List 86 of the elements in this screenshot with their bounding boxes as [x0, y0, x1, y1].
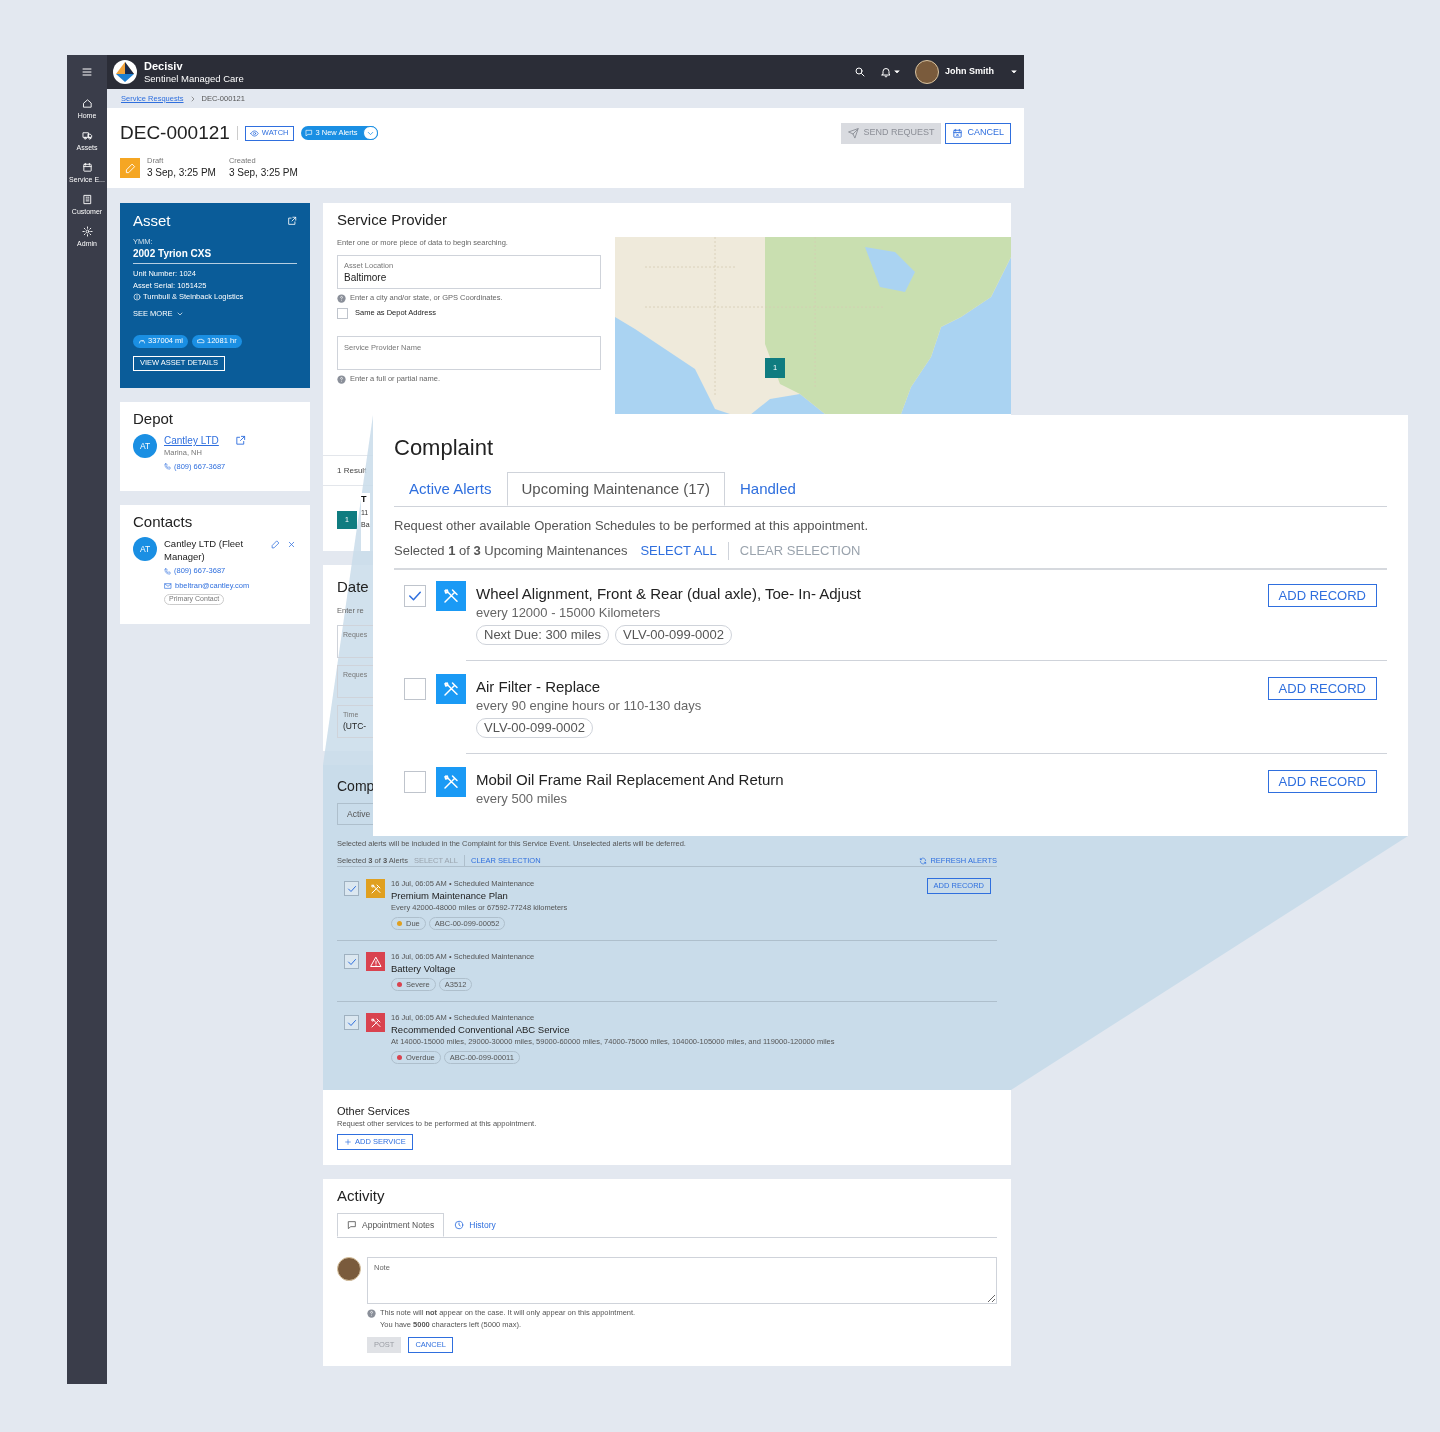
user-menu-button[interactable]: John Smith [945, 62, 1018, 82]
tab[interactable]: Appointment Notes [337, 1213, 445, 1237]
edit-button[interactable] [271, 539, 281, 549]
card-title: Comp [337, 777, 375, 795]
engine-icon [197, 337, 206, 345]
maintenance-interval: every 12000 - 15000 Kilometers [476, 604, 662, 622]
request-title: DEC-000121 [120, 122, 230, 144]
bell-icon [880, 66, 892, 78]
add-record-button[interactable]: ADD RECORD [1267, 584, 1377, 607]
panel-title: Complaint [394, 435, 495, 461]
info-icon [133, 292, 141, 301]
speech-bubble-icon [347, 1220, 357, 1230]
avatar-photo-placeholder [337, 1257, 361, 1281]
alert-title: Premium Maintenance Plan [391, 890, 509, 902]
card-title: Date [337, 578, 369, 596]
calendar-x-icon [952, 127, 964, 139]
brand-name: Decisiv [144, 59, 184, 73]
tab[interactable]: Active Alerts [394, 472, 507, 506]
home-icon [81, 97, 93, 109]
help-icon [337, 374, 346, 384]
logo-mark [113, 60, 137, 84]
selection-summary: Selected 1 of 3 Upcoming Maintenances [394, 542, 628, 560]
search-icon [854, 66, 866, 78]
clock-icon [454, 1220, 465, 1230]
checkbox[interactable] [404, 585, 426, 607]
avatar-photo-placeholder [915, 60, 939, 84]
menu-icon [81, 66, 93, 78]
brand-subtitle: Sentinel Managed Care [144, 72, 244, 85]
tab[interactable]: Handled [724, 472, 811, 506]
caret-icon [1010, 68, 1018, 76]
building-icon [81, 193, 93, 205]
alert-title: Battery Voltage [391, 963, 457, 975]
contact-name: Cantley LTD (Fleet Manager) [164, 537, 244, 563]
avatar-initials: AT [133, 434, 157, 458]
select-all-button[interactable]: SELECT ALL [640, 542, 717, 560]
section-title: Other Services [337, 1104, 411, 1118]
panel-description: Request other available Operation Schedules to be performed at this appointment. [394, 517, 870, 535]
settings-icon [81, 225, 93, 237]
maintenance-title: Wheel Alignment, Front & Rear (dual axle), Toe- In- Adjust [476, 584, 862, 604]
tab[interactable]: History [444, 1213, 506, 1237]
help-icon [337, 293, 346, 303]
results-count: 1 Result [337, 464, 367, 477]
card-title: Depot [133, 410, 175, 428]
plus-icon [344, 1138, 352, 1146]
card-title: Service Provider [337, 211, 449, 229]
external-link-icon [287, 216, 297, 226]
remove-button[interactable] [287, 539, 297, 549]
caret-icon [893, 68, 901, 76]
close-icon [287, 539, 296, 549]
checkbox[interactable] [337, 307, 348, 319]
checkbox[interactable] [344, 1015, 359, 1030]
external-link-icon [234, 435, 246, 446]
phone-icon [164, 463, 171, 470]
alert-title: Recommended Conventional ABC Service [391, 1024, 571, 1036]
tab[interactable]: Upcoming Maintenance (17) [506, 472, 725, 506]
card-title: Activity [337, 1187, 386, 1205]
maintenance-interval: every 90 engine hours or 110-130 days [476, 697, 703, 715]
help-icon [367, 1308, 376, 1318]
truck-icon [81, 129, 93, 141]
cancel-button[interactable]: CANCEL [945, 122, 1011, 144]
meta-value: 3 Sep, 3:25 PM [228, 166, 298, 179]
speech-bubble-icon [304, 129, 313, 137]
phone-icon [164, 567, 171, 575]
mail-icon [164, 582, 172, 590]
depot-link[interactable]: Cantley LTD [164, 434, 219, 447]
card-title: Asset [133, 211, 171, 231]
maintenance-title: Air Filter - Replace [476, 677, 602, 697]
result-name: T [361, 493, 368, 505]
gauge-icon [138, 337, 146, 345]
maintenance-title: Mobil Oil Frame Rail Replacement And Return [476, 770, 785, 790]
maintenance-interval: every 500 miles [476, 790, 569, 808]
add-record-button[interactable]: ADD RECORD [1267, 770, 1377, 793]
checkbox[interactable] [404, 771, 426, 793]
checkbox[interactable] [344, 954, 359, 969]
calendar-icon [81, 161, 93, 173]
card-title: Contacts [133, 513, 194, 531]
add-record-button[interactable]: ADD RECORD [1267, 677, 1377, 700]
vehicle-model: 2002 Tyrion CXS [133, 247, 213, 260]
meta-value: 3 Sep, 3:25 PM [147, 166, 216, 179]
pencil-icon [271, 539, 280, 549]
checkbox[interactable] [344, 881, 359, 896]
send-icon [848, 127, 860, 139]
checkbox[interactable] [404, 678, 426, 700]
avatar-initials: AT [133, 537, 157, 561]
refresh-icon [919, 856, 928, 865]
eye-icon [249, 128, 259, 138]
